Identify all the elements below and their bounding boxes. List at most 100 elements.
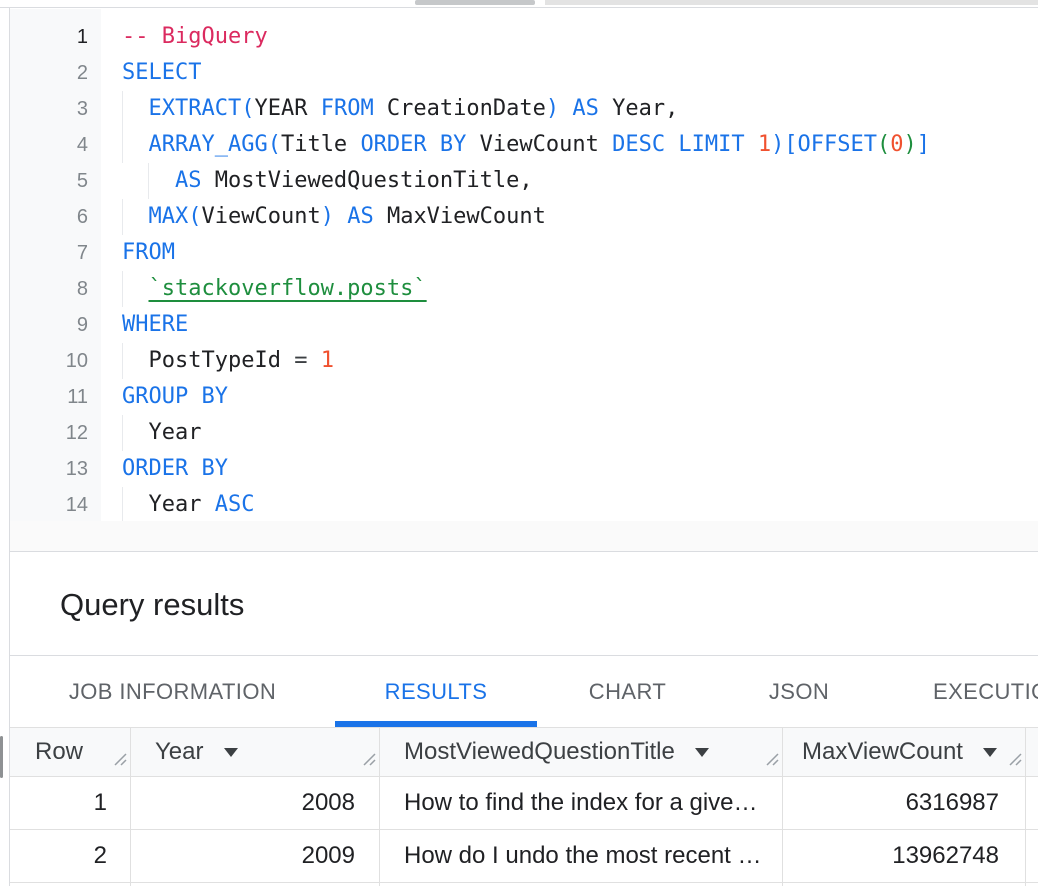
- editor-footer-strip: [10, 521, 1038, 551]
- line-number: 1: [10, 19, 101, 55]
- code-line: SELECT: [101, 55, 1038, 91]
- column-resize-handle[interactable]: [113, 745, 127, 773]
- row-filler: [1026, 830, 1038, 883]
- line-number: 12: [10, 415, 101, 451]
- line-number: 6: [10, 199, 101, 235]
- line-number: 14: [10, 487, 101, 521]
- tab-label: RESULTS: [385, 679, 488, 705]
- tab-results[interactable]: RESULTS: [335, 656, 537, 727]
- tab-label: JSON: [769, 679, 829, 705]
- code-token: [745, 132, 758, 157]
- horizontal-scrollbar-track[interactable]: [545, 0, 1038, 5]
- query-results-title: Query results: [60, 584, 244, 626]
- vertical-scrollbar-thumb[interactable]: [0, 736, 3, 778]
- table-row: 12008How to find the index for a give…63…: [10, 777, 1038, 830]
- code-token: MAX(: [149, 204, 202, 229]
- code-token: AS: [572, 96, 599, 121]
- indent-guide: [122, 127, 123, 163]
- tab-label: JOB INFORMATION: [69, 679, 276, 705]
- line-number: 7: [10, 235, 101, 271]
- code-token: =: [294, 348, 307, 373]
- line-number-gutter: 1234567891011121314: [10, 9, 101, 521]
- code-token: [122, 492, 149, 517]
- line-number: 3: [10, 91, 101, 127]
- column-header-row[interactable]: Row: [10, 728, 131, 776]
- column-dropdown-icon[interactable]: [695, 748, 709, 757]
- code-token: AS: [347, 204, 374, 229]
- code-token: [122, 96, 149, 121]
- column-header-label: MaxViewCount: [802, 738, 963, 766]
- table-row: 22009How do I undo the most recent …1396…: [10, 830, 1038, 883]
- indent-guide: [122, 199, 123, 235]
- results-table: Row Year MostViewedQuestionTitle MaxViewCou…: [10, 727, 1038, 886]
- code-token: ViewCount: [466, 132, 612, 157]
- code-token: YEAR: [254, 96, 320, 121]
- code-token: SELECT: [122, 60, 201, 85]
- code-token: FROM: [122, 240, 175, 265]
- line-number: 13: [10, 451, 101, 487]
- indent-guide: [122, 271, 123, 307]
- column-header-mostviewedquestiontitle[interactable]: MostViewedQuestionTitle: [380, 728, 783, 776]
- code-line: MAX(ViewCount) AS MaxViewCount: [101, 199, 1038, 235]
- sql-query-editor[interactable]: 1234567891011121314 -- BigQuerySELECT EX…: [10, 9, 1038, 521]
- code-token: [334, 204, 347, 229]
- indent-guide: [122, 91, 123, 127]
- code-area[interactable]: -- BigQuery SELECT EXTRACT(YEAR FROM Crea…: [101, 9, 1038, 521]
- indent-guide: [122, 343, 123, 379]
- code-line: ARRAY_AGG(Title ORDER BY ViewCount DESC …: [101, 127, 1038, 163]
- code-line: WHERE: [101, 307, 1038, 343]
- tab-json[interactable]: JSON: [718, 656, 880, 727]
- code-token: ORDER BY: [360, 132, 466, 157]
- code-token: MostViewedQuestionTitle,: [201, 168, 532, 193]
- code-token: 1: [758, 132, 771, 157]
- column-resize-handle[interactable]: [765, 745, 779, 773]
- line-number: 10: [10, 343, 101, 379]
- cell-row: 2: [10, 830, 131, 883]
- cell-year: 2009: [131, 830, 380, 883]
- indent-guide: [148, 163, 149, 199]
- table-reference-link[interactable]: `stackoverflow.posts`: [149, 276, 427, 301]
- cell-maxviewcount: 6316987: [783, 777, 1026, 830]
- line-number: 8: [10, 271, 101, 307]
- panel-divider: [10, 551, 1038, 552]
- column-header-maxviewcount[interactable]: MaxViewCount: [783, 728, 1026, 776]
- column-header-label: Year: [155, 738, 204, 766]
- code-token: CreationDate: [374, 96, 546, 121]
- code-line: GROUP BY: [101, 379, 1038, 415]
- code-token: EXTRACT(: [149, 96, 255, 121]
- column-dropdown-icon[interactable]: [983, 748, 997, 757]
- cell-mostviewedquestiontitle: How do I undo the most recent …: [380, 830, 783, 883]
- code-line: -- BigQuery: [101, 19, 1038, 55]
- code-token: Title: [281, 132, 360, 157]
- tab-executio[interactable]: EXECUTIO: [880, 656, 1038, 727]
- code-token: ): [546, 96, 559, 121]
- column-resize-handle[interactable]: [362, 745, 376, 773]
- code-line: AS MostViewedQuestionTitle,: [101, 163, 1038, 199]
- code-token: [559, 96, 572, 121]
- column-header-year[interactable]: Year: [131, 728, 380, 776]
- code-token: )[OFFSET: [771, 132, 877, 157]
- code-token: [307, 348, 320, 373]
- line-number: 11: [10, 379, 101, 415]
- code-token: ASC: [215, 492, 255, 517]
- column-resize-handle[interactable]: [1008, 745, 1022, 773]
- code-token: MaxViewCount: [374, 204, 546, 229]
- column-dropdown-icon[interactable]: [224, 748, 238, 757]
- code-token: [122, 132, 149, 157]
- tab-label: EXECUTIO: [933, 679, 1038, 705]
- bigquery-console: 1234567891011121314 -- BigQuerySELECT EX…: [0, 0, 1038, 886]
- line-number: 2: [10, 55, 101, 91]
- code-line: Year: [101, 415, 1038, 451]
- horizontal-scrollbar-thumb[interactable]: [415, 0, 535, 5]
- results-tab-bar: JOB INFORMATION RESULTS CHART JSON EXECUTIO: [10, 656, 1038, 727]
- code-token: WHERE: [122, 312, 188, 337]
- code-token: ORDER BY: [122, 456, 228, 481]
- code-token: ViewCount: [201, 204, 320, 229]
- code-token: PostTypeId: [149, 348, 295, 373]
- code-token: (: [877, 132, 890, 157]
- tab-chart[interactable]: CHART: [537, 656, 718, 727]
- code-token: -- BigQuery: [122, 24, 268, 49]
- indent-guide: [122, 415, 123, 451]
- tab-label: CHART: [589, 679, 666, 705]
- tab-job-information[interactable]: JOB INFORMATION: [10, 656, 335, 727]
